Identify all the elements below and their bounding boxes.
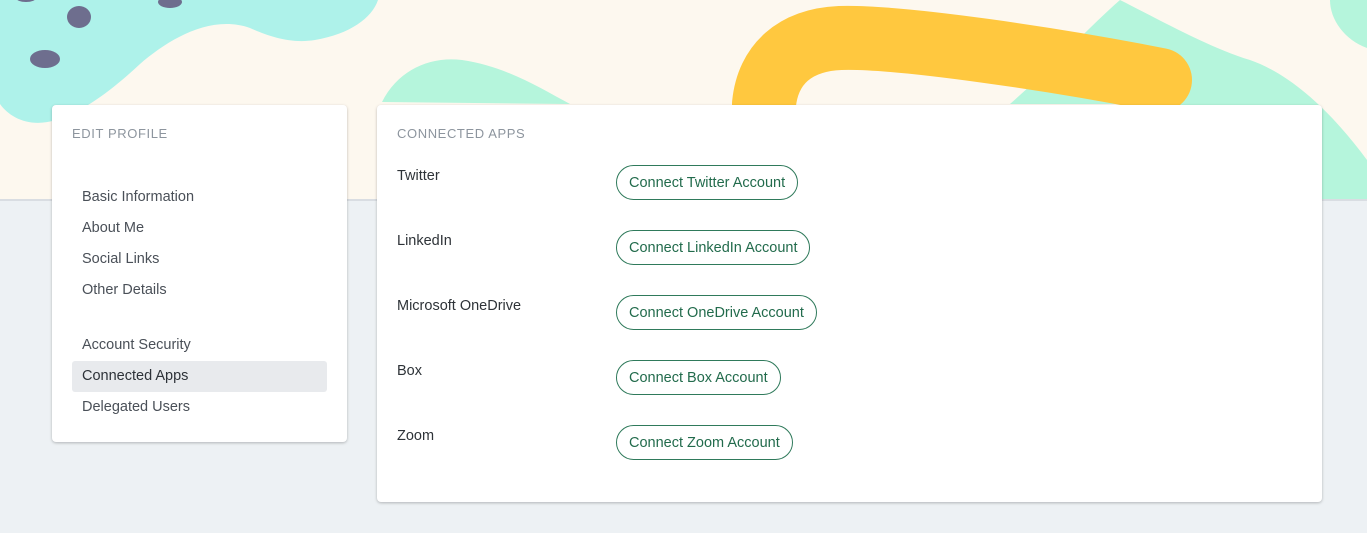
connect-zoom-button[interactable]: Connect Zoom Account (616, 425, 793, 460)
edit-profile-sidebar: EDIT PROFILE Basic Information About Me … (52, 105, 347, 442)
app-name: LinkedIn (397, 233, 452, 249)
app-row-linkedin: LinkedIn Connect LinkedIn Account (397, 230, 1297, 270)
nav-item-other-details[interactable]: Other Details (72, 275, 327, 306)
panel-heading: CONNECTED APPS (397, 126, 526, 141)
app-row-zoom: Zoom Connect Zoom Account (397, 425, 1297, 465)
nav-item-account-security[interactable]: Account Security (72, 330, 327, 361)
app-row-onedrive: Microsoft OneDrive Connect OneDrive Acco… (397, 295, 1297, 335)
app-name: Box (397, 363, 422, 379)
profile-nav-group: Basic Information About Me Social Links … (72, 182, 327, 306)
connect-linkedin-button[interactable]: Connect LinkedIn Account (616, 230, 811, 265)
connect-twitter-button[interactable]: Connect Twitter Account (616, 165, 799, 200)
app-name: Twitter (397, 168, 440, 184)
connect-box-button[interactable]: Connect Box Account (616, 360, 781, 395)
app-name: Microsoft OneDrive (397, 298, 522, 314)
nav-item-basic-information[interactable]: Basic Information (72, 182, 327, 213)
nav-item-connected-apps[interactable]: Connected Apps (72, 361, 327, 392)
connect-onedrive-button[interactable]: Connect OneDrive Account (616, 295, 817, 330)
app-row-twitter: Twitter Connect Twitter Account (397, 165, 1297, 205)
app-name: Zoom (397, 428, 435, 444)
sidebar-heading: EDIT PROFILE (72, 126, 168, 141)
nav-item-social-links[interactable]: Social Links (72, 244, 327, 275)
nav-item-about-me[interactable]: About Me (72, 213, 327, 244)
app-row-box: Box Connect Box Account (397, 360, 1297, 400)
nav-item-delegated-users[interactable]: Delegated Users (72, 392, 327, 423)
account-nav-group: Account Security Connected Apps Delegate… (72, 330, 327, 423)
connected-apps-panel: CONNECTED APPS Twitter Connect Twitter A… (377, 105, 1322, 502)
